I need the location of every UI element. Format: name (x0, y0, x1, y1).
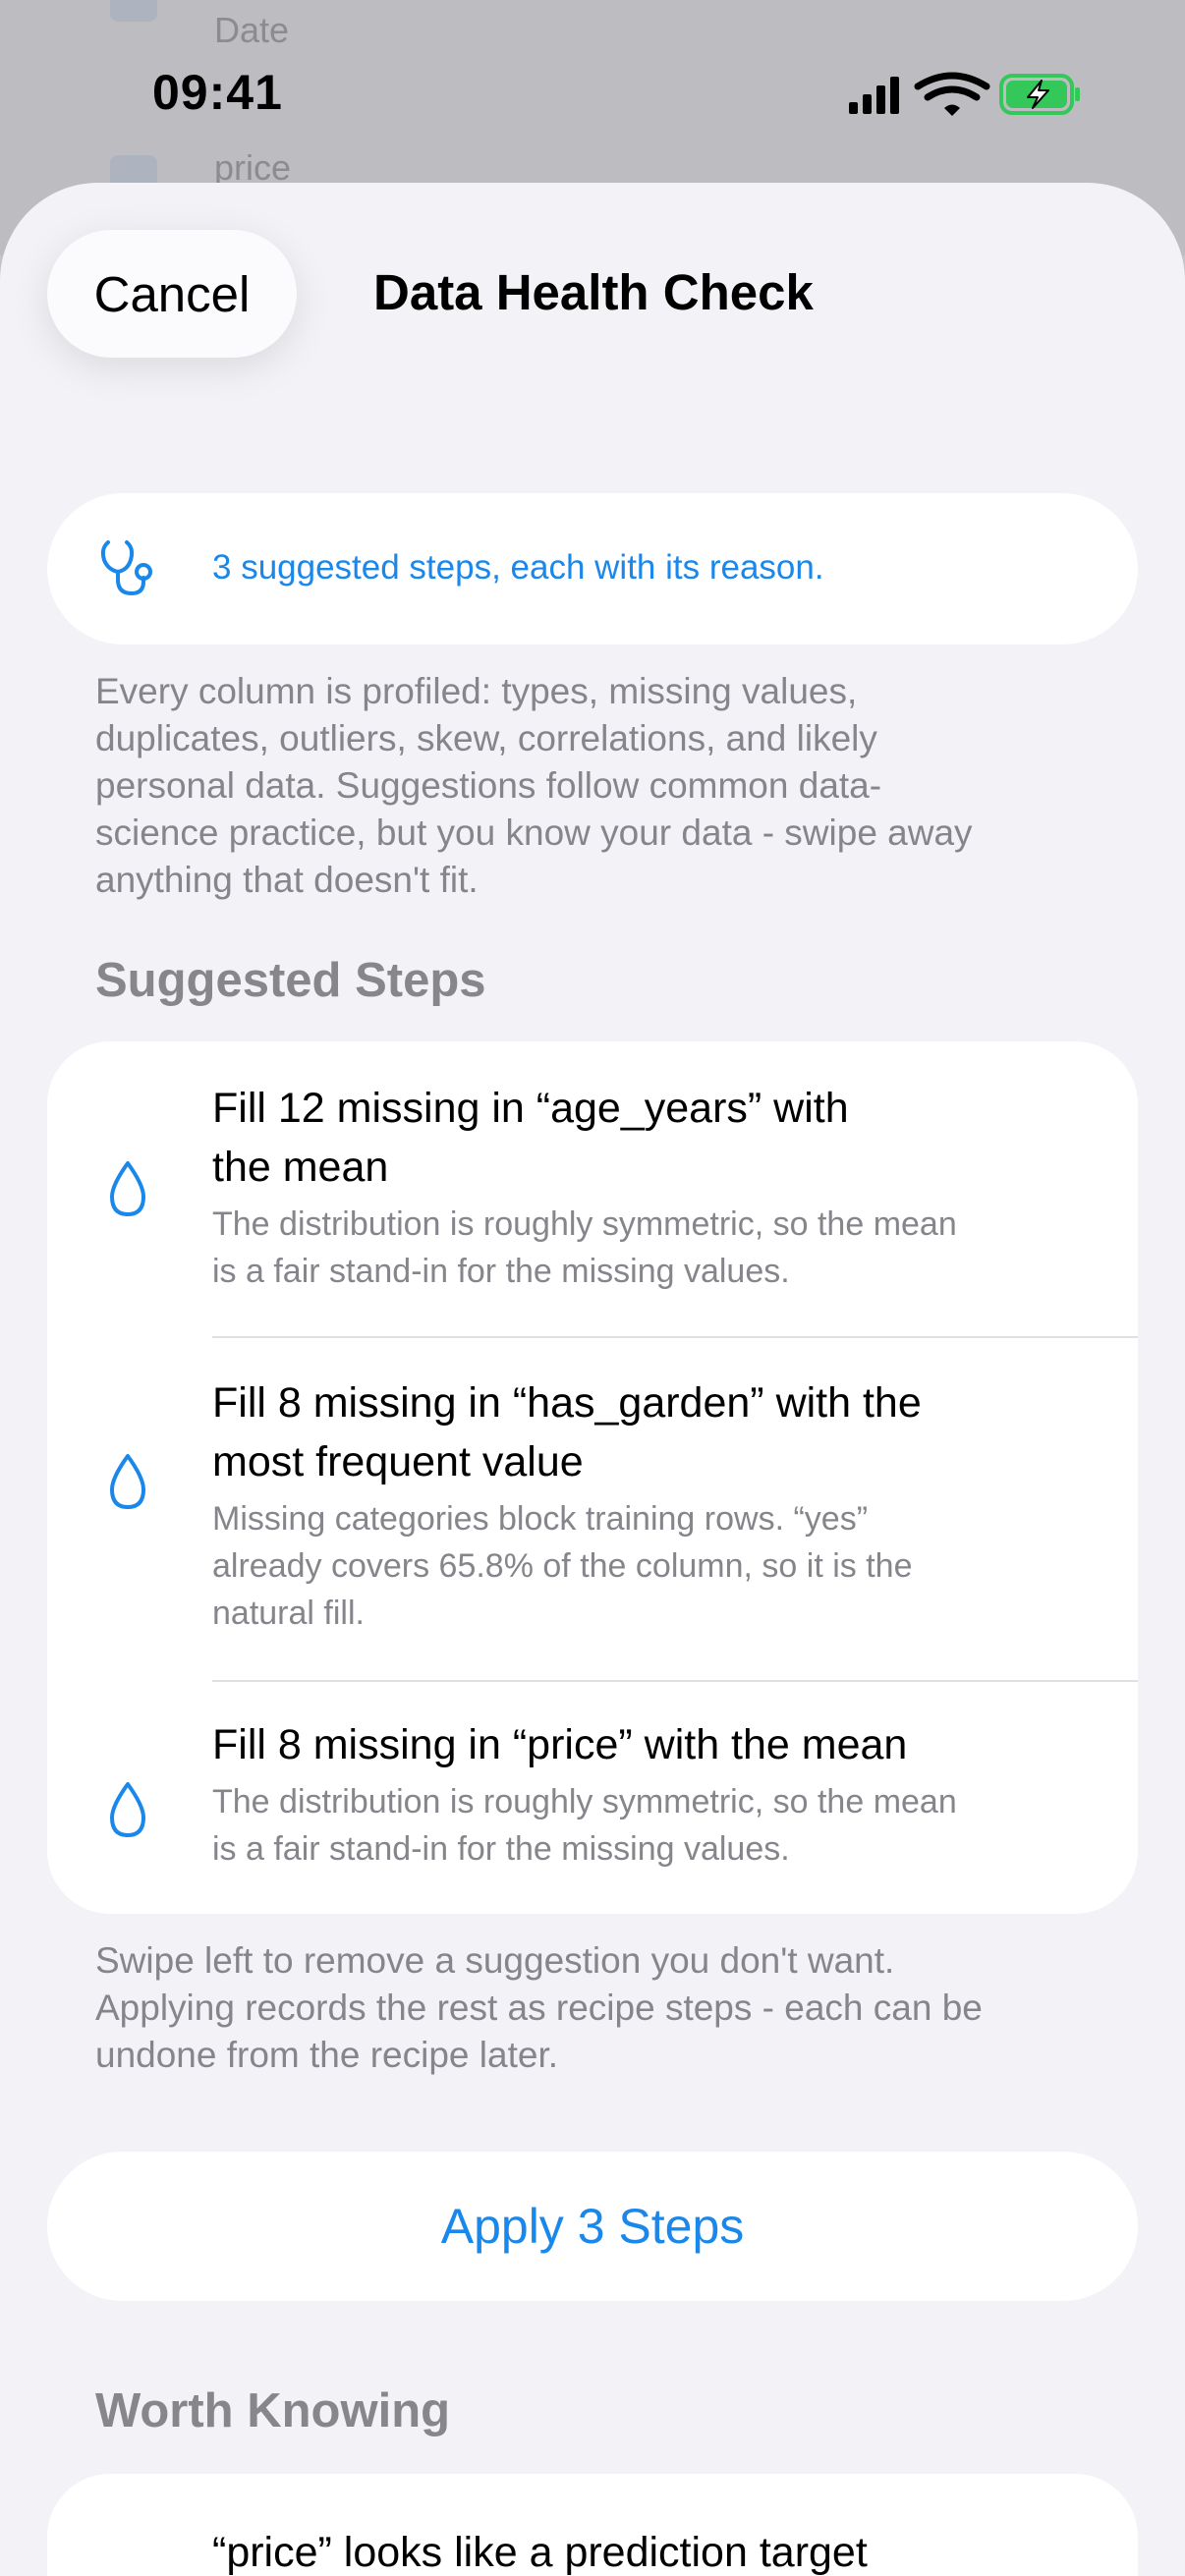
suggestion-title: Fill 12 missing in “age_years” with the … (212, 1079, 1057, 1197)
suggestion-title: Fill 8 missing in “price” with the mean (212, 1715, 1057, 1774)
suggestions-footnote: Swipe left to remove a suggestion you do… (95, 1937, 1117, 2079)
suggestion-title-line: Fill 8 missing in “price” with the mean (212, 1721, 908, 1768)
suggestion-reason-line: natural fill. (212, 1595, 365, 1632)
summary-text: 3 suggested steps, each with its reason. (212, 548, 824, 587)
suggestion-reason: The distribution is roughly symmetric, s… (212, 1778, 1097, 1873)
apply-steps-button[interactable]: Apply 3 Steps (47, 2152, 1138, 2301)
suggestion-title-line: most frequent value (212, 1438, 584, 1485)
suggestion-reason-line: The distribution is roughly symmetric, s… (212, 1783, 957, 1820)
description-line: duplicates, outliers, skew, correlations… (95, 718, 877, 758)
cellular-signal-icon (849, 77, 899, 114)
description-line: science practice, but you know your data… (95, 812, 973, 853)
suggestion-title: Fill 8 missing in “has_garden” with the … (212, 1373, 1057, 1491)
status-time: 09:41 (152, 65, 283, 120)
data-health-check-sheet: Cancel Data Health Check 3 suggested ste… (0, 183, 1185, 2576)
background-row-label: Date (214, 10, 290, 50)
suggestion-reason-line: The distribution is roughly symmetric, s… (212, 1205, 957, 1243)
background-row-icon (110, 0, 157, 22)
cancel-button[interactable]: Cancel (47, 230, 297, 358)
suggestion-reason-line: Missing categories block training rows. … (212, 1500, 869, 1538)
description-line: anything that doesn't fit. (95, 860, 479, 900)
description-line: Every column is profiled: types, missing… (95, 671, 858, 711)
suggestion-row[interactable]: Fill 8 missing in “has_garden” with the … (47, 1338, 1138, 1680)
wifi-icon (914, 72, 990, 116)
suggestion-reason: The distribution is roughly symmetric, s… (212, 1201, 1097, 1295)
sheet-title: Data Health Check (373, 264, 814, 320)
footnote-line: Applying records the rest as recipe step… (95, 1988, 983, 2028)
footnote-line: Swipe left to remove a suggestion you do… (95, 1940, 895, 1981)
status-icons (849, 72, 1080, 116)
suggested-steps-list: Fill 12 missing in “age_years” with the … (47, 1041, 1138, 1914)
suggestion-row[interactable]: Fill 12 missing in “age_years” with the … (47, 1041, 1138, 1336)
drop-icon (110, 1782, 145, 1837)
drop-icon (110, 1161, 145, 1216)
suggestion-title-line: the mean (212, 1144, 389, 1191)
drop-icon (110, 1454, 145, 1509)
worth-knowing-card: “price” looks like a prediction target (47, 2474, 1138, 2576)
suggestion-reason-line: is a fair stand-in for the missing value… (212, 1830, 790, 1868)
footnote-line: undone from the recipe later. (95, 2035, 559, 2075)
suggestion-row[interactable]: Fill 8 missing in “price” with the mean … (47, 1682, 1138, 1914)
description-line: personal data. Suggestions follow common… (95, 765, 882, 806)
section-header-worth-knowing: Worth Knowing (95, 2384, 451, 2437)
suggestion-title-line: Fill 8 missing in “has_garden” with the (212, 1379, 922, 1427)
summary-banner: 3 suggested steps, each with its reason. (47, 493, 1138, 644)
stethoscope-icon (100, 540, 152, 596)
insight-title: “price” looks like a prediction target (212, 2529, 868, 2576)
suggestion-reason: Missing categories block training rows. … (212, 1495, 1097, 1637)
section-header-suggested-steps: Suggested Steps (95, 954, 486, 1007)
suggestion-reason-line: is a fair stand-in for the missing value… (212, 1253, 790, 1290)
battery-charging-icon (999, 74, 1080, 115)
profiling-description: Every column is profiled: types, missing… (95, 668, 1117, 904)
suggestion-title-line: Fill 12 missing in “age_years” with (212, 1085, 849, 1132)
suggestion-reason-line: already covers 65.8% of the column, so i… (212, 1547, 913, 1585)
